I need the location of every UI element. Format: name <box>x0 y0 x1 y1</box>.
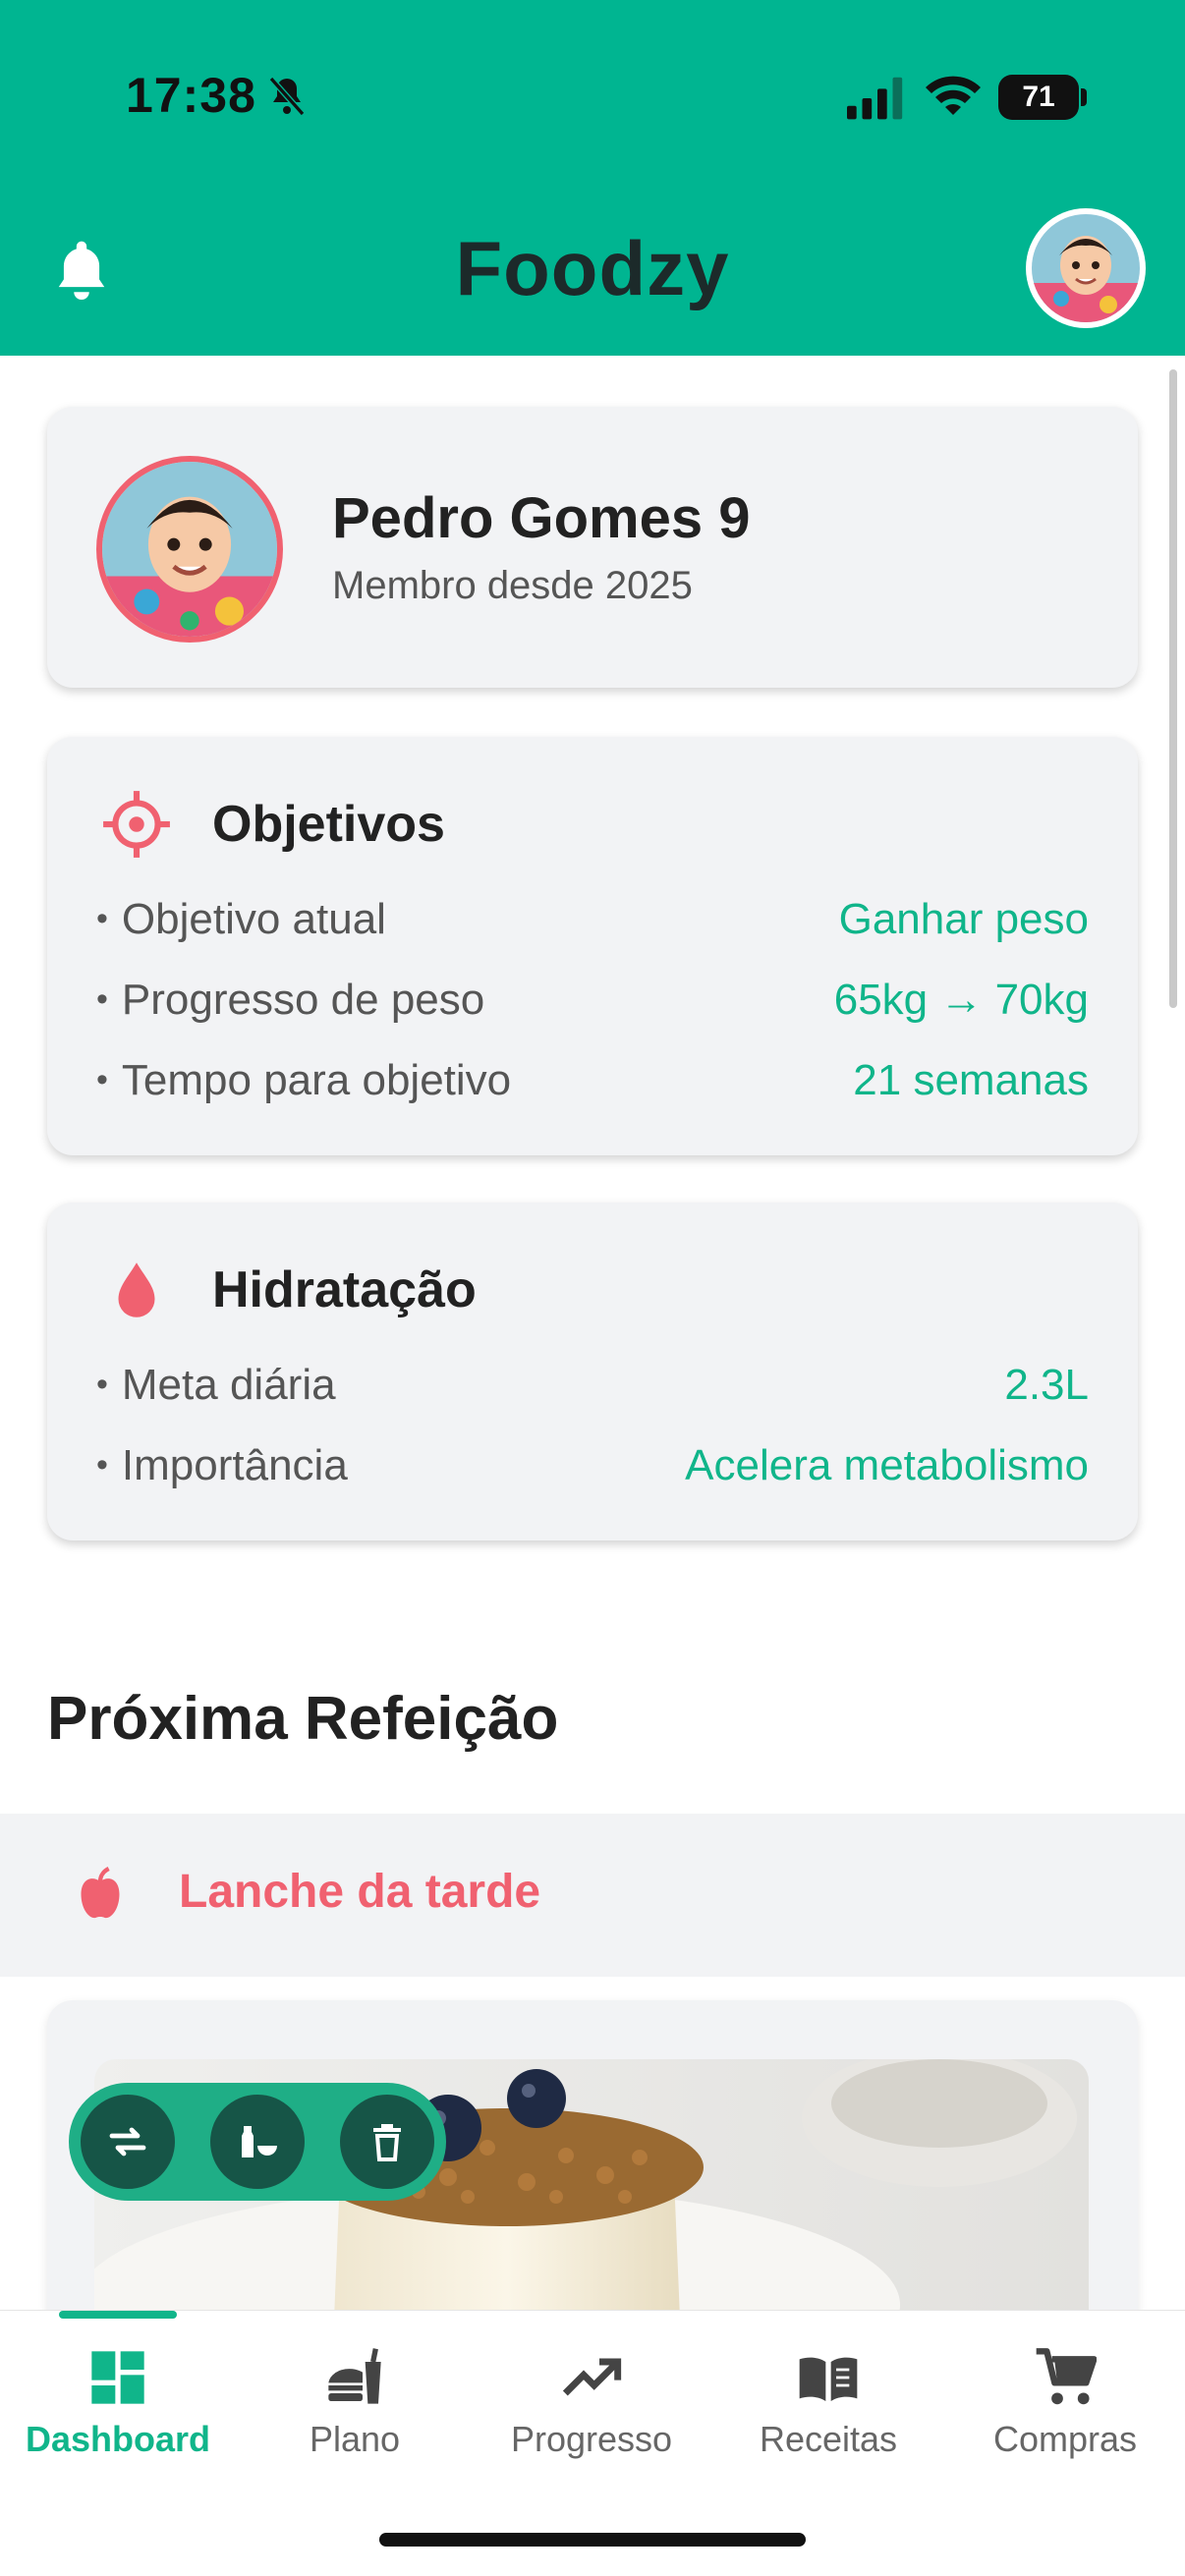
cellular-signal-icon <box>847 77 903 120</box>
bottle-bowl-icon <box>242 2126 277 2157</box>
dashboard-icon <box>91 2351 144 2404</box>
row-value: 21 semanas <box>853 1056 1089 1104</box>
next-meal-title: Próxima Refeição <box>47 1685 559 1753</box>
objective-row: Progresso de peso 65kg → 70kg <box>96 971 1089 1030</box>
battery-level: 71 <box>1022 81 1055 113</box>
app-title: Foodzy <box>455 225 730 311</box>
objective-row: Objetivo atual Ganhar peso <box>96 890 1089 949</box>
profile-name: Pedro Gomes 9 <box>332 486 751 550</box>
row-label: Meta diária <box>96 1361 336 1410</box>
home-indicator[interactable] <box>379 2533 806 2547</box>
alternatives-button[interactable] <box>210 2095 305 2189</box>
trash-icon <box>373 2124 401 2161</box>
nav-label: Dashboard <box>25 2419 211 2459</box>
nav-receitas[interactable]: Receitas <box>710 2340 946 2460</box>
hydration-card[interactable]: Hidratação Meta diária 2.3L Importância … <box>47 1203 1138 1540</box>
objectives-header: Objetivos <box>100 788 445 861</box>
cart-icon <box>1036 2348 1097 2405</box>
row-label: Tempo para objetivo <box>96 1056 511 1105</box>
target-icon <box>103 791 170 858</box>
objectives-card[interactable]: Objetivos Objetivo atual Ganhar peso Pro… <box>47 737 1138 1155</box>
hydration-header: Hidratação <box>100 1254 477 1326</box>
book-icon <box>799 2357 858 2401</box>
nav-label: Compras <box>992 2419 1138 2459</box>
battery-indicator: 71 <box>998 75 1079 120</box>
nav-compras[interactable]: Compras <box>947 2340 1183 2460</box>
row-value: 2.3L <box>1004 1361 1089 1409</box>
meal-plan-icon <box>328 2348 381 2404</box>
wifi-icon <box>926 76 981 115</box>
objective-row: Tempo para objetivo 21 semanas <box>96 1051 1089 1110</box>
nav-label: Progresso <box>510 2419 673 2459</box>
bell-muted-icon <box>268 77 306 116</box>
nav-progresso[interactable]: Progresso <box>474 2340 709 2460</box>
meal-label: Lanche da tarde <box>179 1866 541 1918</box>
nav-dashboard[interactable]: Dashboard <box>0 2340 236 2460</box>
apple-icon <box>81 1867 120 1919</box>
row-label: Objetivo atual <box>96 895 386 944</box>
nav-label: Receitas <box>759 2419 898 2459</box>
nav-label: Plano <box>309 2419 401 2459</box>
hydration-title: Hidratação <box>212 1261 477 1318</box>
status-bar: 17:38 71 <box>0 59 1185 138</box>
hydration-row: Meta diária 2.3L <box>96 1356 1089 1415</box>
row-value: Ganhar peso <box>838 895 1089 943</box>
water-drop-icon <box>118 1262 155 1317</box>
delete-meal-button[interactable] <box>340 2095 434 2189</box>
active-tab-indicator <box>59 2311 177 2319</box>
swap-meal-button[interactable] <box>81 2095 175 2189</box>
avatar-image <box>1032 214 1140 322</box>
nav-plano[interactable]: Plano <box>237 2340 473 2460</box>
swap-icon <box>109 2127 146 2156</box>
meal-type-band[interactable]: Lanche da tarde <box>0 1814 1185 1977</box>
meal-actions <box>69 2083 446 2201</box>
trending-up-icon <box>562 2358 622 2396</box>
battery-tip <box>1081 88 1087 106</box>
objectives-title: Objetivos <box>212 796 445 853</box>
row-value: 65kg → 70kg <box>833 976 1089 1024</box>
avatar-image <box>102 462 277 637</box>
header-avatar[interactable] <box>1026 208 1146 328</box>
profile-card[interactable]: Pedro Gomes 9 Membro desde 2025 <box>47 407 1138 688</box>
status-time: 17:38 <box>126 68 256 123</box>
hydration-row: Importância Acelera metabolismo <box>96 1436 1089 1495</box>
scrollbar[interactable] <box>1169 369 1177 1008</box>
app-header: 17:38 71 Foodzy <box>0 0 1185 356</box>
row-value: Acelera metabolismo <box>685 1441 1089 1489</box>
profile-avatar <box>96 456 283 643</box>
row-label: Progresso de peso <box>96 976 484 1025</box>
profile-member-since: Membro desde 2025 <box>332 564 693 607</box>
row-label: Importância <box>96 1441 348 1490</box>
